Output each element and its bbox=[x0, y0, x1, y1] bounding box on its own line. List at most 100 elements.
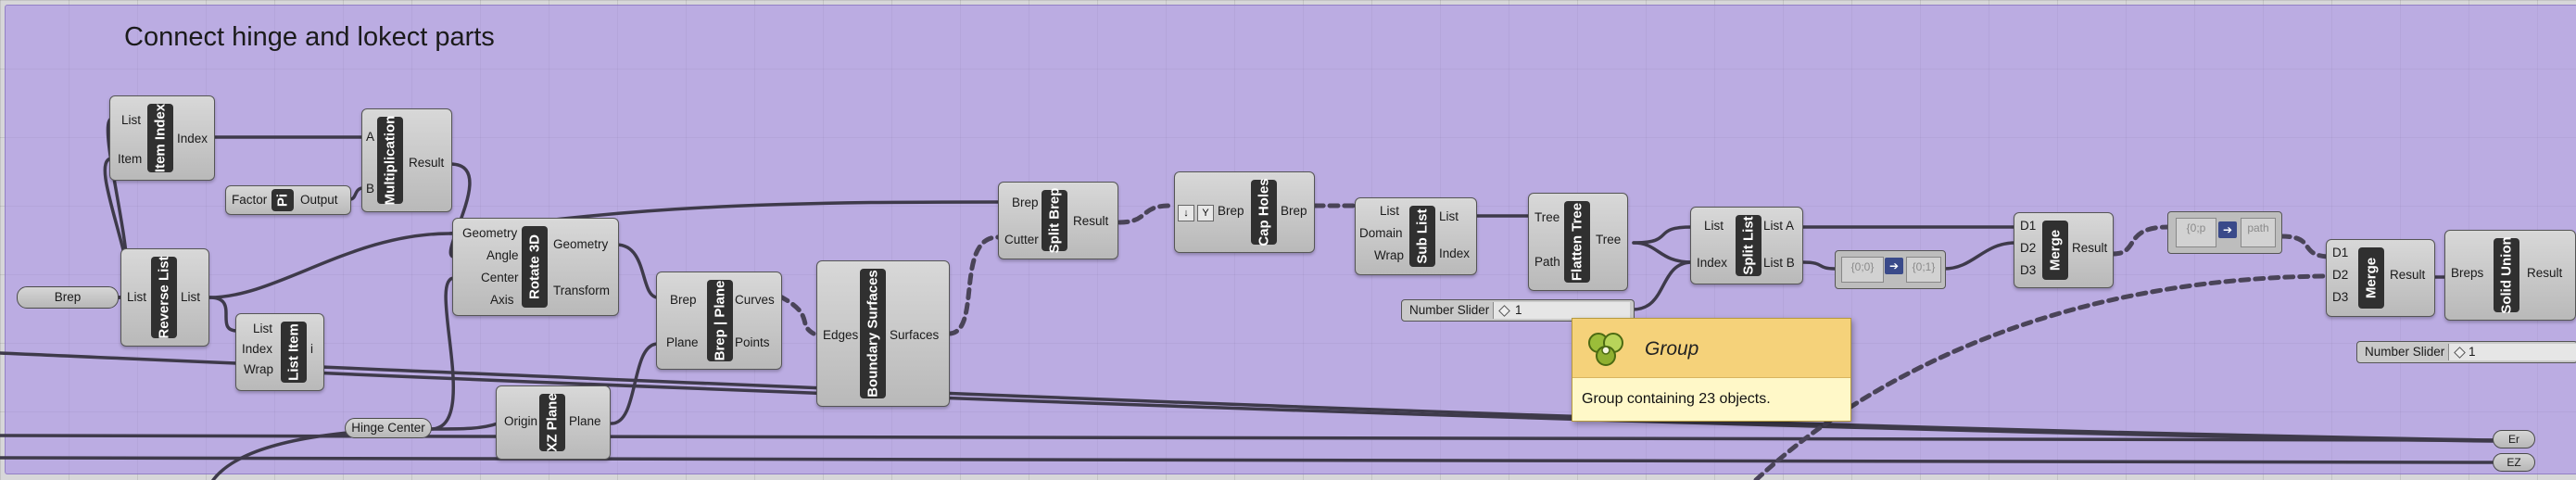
slider-value: 1 bbox=[2469, 345, 2476, 359]
xz-plane-component[interactable]: Origin XZ Plane Plane bbox=[496, 385, 611, 460]
input-edges[interactable]: Edges bbox=[823, 328, 858, 342]
path-end: path bbox=[2241, 218, 2276, 247]
graft-flag-icon: Y bbox=[1197, 205, 1214, 221]
arrow-icon: ➔ bbox=[2218, 221, 2237, 238]
input-d3[interactable]: D3 bbox=[2020, 263, 2036, 277]
input-domain[interactable]: Domain bbox=[1359, 226, 1403, 240]
input-index[interactable]: Index bbox=[242, 342, 272, 356]
input-wrap[interactable]: Wrap bbox=[1374, 248, 1404, 262]
split-list-label: Split List bbox=[1736, 215, 1762, 276]
input-list[interactable]: List bbox=[1704, 219, 1724, 233]
slider-track[interactable] bbox=[2448, 344, 2576, 360]
input-d3[interactable]: D3 bbox=[2332, 290, 2348, 304]
sub-list-component[interactable]: List Domain Wrap Sub List List Index bbox=[1355, 197, 1477, 275]
input-center[interactable]: Center bbox=[481, 271, 519, 284]
output-result[interactable]: Result bbox=[409, 156, 444, 170]
hinge-center-param[interactable]: Hinge Center bbox=[345, 418, 432, 438]
output-plane[interactable]: Plane bbox=[569, 414, 601, 428]
number-slider-2[interactable]: Number Slider 1 bbox=[2356, 341, 2576, 363]
input-factor[interactable]: Factor bbox=[232, 193, 267, 207]
merge-2-label: Merge bbox=[2358, 247, 2384, 309]
tooltip-body: Group containing 23 objects. bbox=[1582, 391, 1771, 407]
solid-union-label: Solid Union bbox=[2494, 236, 2519, 314]
input-brep[interactable]: Brep bbox=[1012, 196, 1039, 209]
domain-panel[interactable]: {0;0} ➔ {0;1} bbox=[1835, 250, 1946, 289]
input-brep[interactable]: Brep bbox=[670, 293, 697, 307]
input-index[interactable]: Index bbox=[1697, 256, 1727, 270]
dashed-wire bbox=[946, 234, 1001, 336]
input-angle[interactable]: Angle bbox=[486, 248, 519, 262]
input-wrap[interactable]: Wrap bbox=[244, 362, 273, 376]
input-tree[interactable]: Tree bbox=[1534, 210, 1559, 224]
output-points[interactable]: Points bbox=[735, 335, 770, 349]
solid-union-component[interactable]: Breps Solid Union Result bbox=[2444, 230, 2576, 321]
output-i[interactable]: i bbox=[310, 342, 313, 356]
input-d1[interactable]: D1 bbox=[2332, 246, 2348, 259]
item-index-label: Item Index bbox=[147, 104, 173, 172]
output-tree[interactable]: Tree bbox=[1596, 233, 1621, 246]
cap-holes-component[interactable]: ↓ Y Brep Cap Holes Brep bbox=[1174, 171, 1315, 253]
wire bbox=[208, 232, 456, 299]
input-d1[interactable]: D1 bbox=[2020, 219, 2036, 233]
item-index-component[interactable]: List Item Item Index Index bbox=[109, 95, 215, 181]
output-geometry[interactable]: Geometry bbox=[553, 237, 608, 251]
brep-param-label: Brep bbox=[54, 290, 82, 304]
input-list[interactable]: List bbox=[1380, 204, 1399, 218]
grasshopper-canvas[interactable]: Connect hinge and lokect parts Brep List… bbox=[0, 0, 2576, 480]
input-breps[interactable]: Breps bbox=[2451, 266, 2483, 280]
input-origin[interactable]: Origin bbox=[504, 414, 537, 428]
input-geometry[interactable]: Geometry bbox=[462, 226, 517, 240]
input-list[interactable]: List bbox=[121, 113, 141, 127]
input-brep[interactable]: Brep bbox=[1218, 204, 1244, 218]
xz-plane-label: XZ Plane bbox=[539, 393, 565, 452]
output-curves[interactable]: Curves bbox=[735, 293, 775, 307]
output-result[interactable]: Result bbox=[1073, 214, 1108, 228]
split-list-component[interactable]: List Index Split List List A List B bbox=[1690, 207, 1803, 284]
input-a[interactable]: A bbox=[366, 130, 374, 144]
flatten-tree-label: Flatten Tree bbox=[1564, 201, 1590, 283]
input-cutter[interactable]: Cutter bbox=[1004, 233, 1039, 246]
output-index[interactable]: Index bbox=[1439, 246, 1470, 260]
input-b[interactable]: B bbox=[366, 182, 374, 196]
output-brep[interactable]: Brep bbox=[1281, 204, 1307, 218]
slider-track[interactable] bbox=[1493, 302, 1630, 319]
output-index[interactable]: Index bbox=[177, 132, 208, 145]
output-surfaces[interactable]: Surfaces bbox=[890, 328, 939, 342]
er-param[interactable]: Er bbox=[2493, 430, 2535, 448]
input-path[interactable]: Path bbox=[1534, 255, 1560, 269]
input-item[interactable]: Item bbox=[118, 152, 142, 166]
output-result[interactable]: Result bbox=[2390, 268, 2425, 282]
wire bbox=[429, 276, 456, 431]
pi-component[interactable]: Factor Pi Output bbox=[225, 185, 351, 215]
brep-plane-component[interactable]: Brep Plane Brep | Plane Curves Points bbox=[656, 272, 782, 370]
output-output[interactable]: Output bbox=[300, 193, 338, 207]
input-axis[interactable]: Axis bbox=[490, 293, 514, 307]
merge-component-2[interactable]: D1 D2 D3 Merge Result bbox=[2326, 239, 2435, 317]
input-plane[interactable]: Plane bbox=[666, 335, 699, 349]
brep-param[interactable]: Brep bbox=[17, 286, 119, 309]
input-list[interactable]: List bbox=[253, 322, 272, 335]
flatten-tree-component[interactable]: Tree Path Flatten Tree Tree bbox=[1528, 193, 1628, 291]
rotate-3d-component[interactable]: Geometry Angle Center Axis Rotate 3D Geo… bbox=[452, 218, 619, 316]
input-d2[interactable]: D2 bbox=[2020, 241, 2036, 255]
output-list-a[interactable]: List A bbox=[1763, 219, 1794, 233]
path-panel[interactable]: {0;p ➔ path bbox=[2167, 211, 2282, 254]
output-transform[interactable]: Transform bbox=[553, 284, 610, 297]
merge-component-1[interactable]: D1 D2 D3 Merge Result bbox=[2014, 212, 2114, 288]
input-d2[interactable]: D2 bbox=[2332, 268, 2348, 282]
split-brep-component[interactable]: Brep Cutter Split Brep Result bbox=[998, 182, 1118, 259]
multiplication-component[interactable]: A B Multiplication Result bbox=[361, 108, 452, 212]
input-list[interactable]: List bbox=[127, 290, 146, 304]
list-item-label: List Item bbox=[281, 322, 307, 383]
brep-plane-label: Brep | Plane bbox=[707, 280, 733, 361]
output-list[interactable]: List bbox=[181, 290, 200, 304]
output-result[interactable]: Result bbox=[2072, 241, 2107, 255]
list-item-component[interactable]: List Index Wrap List Item i bbox=[235, 313, 324, 391]
boundary-surfaces-component[interactable]: Edges Boundary Surfaces Surfaces bbox=[816, 260, 950, 407]
ez-param[interactable]: EZ bbox=[2493, 453, 2535, 472]
ez-label: EZ bbox=[2507, 456, 2521, 469]
output-list-b[interactable]: List B bbox=[1763, 256, 1795, 270]
reverse-list-component[interactable]: List Reverse List List bbox=[120, 248, 209, 347]
output-result[interactable]: Result bbox=[2527, 266, 2562, 280]
output-list[interactable]: List bbox=[1439, 209, 1458, 223]
